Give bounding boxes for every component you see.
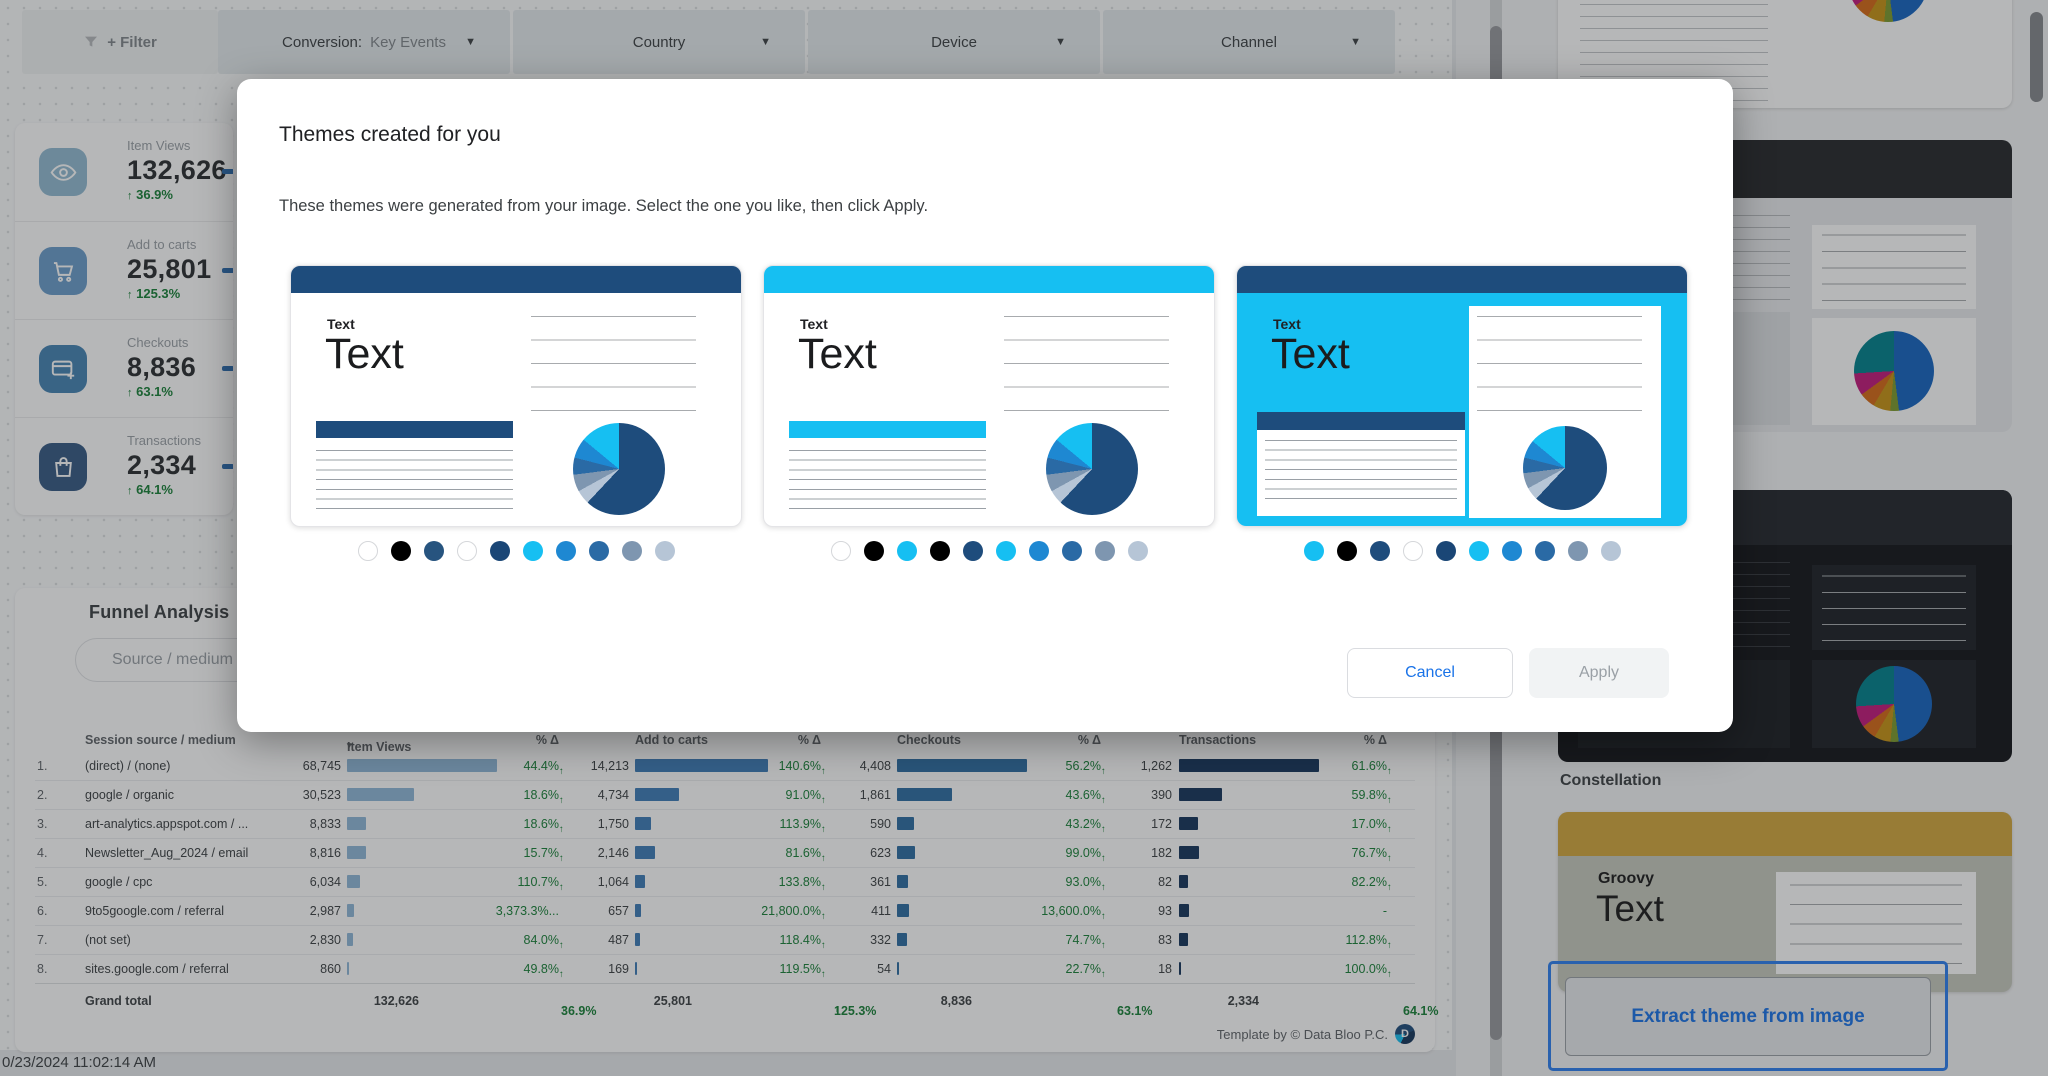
palette-swatch <box>1337 541 1357 561</box>
preview-table-lines <box>1265 440 1457 508</box>
preview-accent-bar <box>316 421 513 438</box>
palette-swatch <box>1029 541 1049 561</box>
palette-swatch <box>963 541 983 561</box>
preview-header-bar <box>1237 266 1687 293</box>
pie-chart-icon <box>573 423 665 515</box>
palette-swatch <box>864 541 884 561</box>
theme-option-3[interactable]: Text Text <box>1236 265 1688 527</box>
palette-swatch <box>358 541 378 561</box>
palette-swatch <box>1436 541 1456 561</box>
preview-accent-bar <box>1257 412 1465 430</box>
preview-table-lines <box>789 450 986 510</box>
palette-swatch <box>490 541 510 561</box>
pie-chart-icon <box>1523 426 1607 510</box>
palette-swatch <box>1403 541 1423 561</box>
palette-swatch <box>831 541 851 561</box>
palette-swatch <box>1535 541 1555 561</box>
theme-1-palette <box>290 541 742 561</box>
theme-option-2[interactable]: Text Text <box>763 265 1215 527</box>
palette-swatch <box>897 541 917 561</box>
palette-swatch <box>622 541 642 561</box>
dialog-description: These themes were generated from your im… <box>279 197 928 216</box>
preview-table-lines <box>316 450 513 510</box>
themes-dialog: Themes created for you These themes were… <box>237 79 1733 732</box>
palette-swatch <box>391 541 411 561</box>
dialog-title: Themes created for you <box>279 123 501 147</box>
bar-chart-icon <box>531 313 696 411</box>
palette-swatch <box>996 541 1016 561</box>
palette-swatch <box>655 541 675 561</box>
apply-button[interactable]: Apply <box>1529 648 1669 698</box>
preview-header-bar <box>291 266 741 293</box>
preview-big-text: Text <box>325 330 404 379</box>
palette-swatch <box>1568 541 1588 561</box>
palette-swatch <box>1502 541 1522 561</box>
palette-swatch <box>1128 541 1148 561</box>
bar-chart-icon <box>1004 313 1169 411</box>
palette-swatch <box>589 541 609 561</box>
cancel-button[interactable]: Cancel <box>1347 648 1513 698</box>
theme-3-palette <box>1236 541 1688 561</box>
pie-chart-icon <box>1046 423 1138 515</box>
theme-option-1[interactable]: Text Text <box>290 265 742 527</box>
palette-swatch <box>457 541 477 561</box>
preview-big-text: Text <box>1271 330 1350 379</box>
palette-swatch <box>1469 541 1489 561</box>
palette-swatch <box>523 541 543 561</box>
theme-2-palette <box>763 541 1215 561</box>
preview-big-text: Text <box>798 330 877 379</box>
palette-swatch <box>1095 541 1115 561</box>
preview-accent-bar <box>789 421 986 438</box>
palette-swatch <box>556 541 576 561</box>
preview-header-bar <box>764 266 1214 293</box>
bar-chart-icon <box>1477 313 1642 411</box>
palette-swatch <box>1062 541 1082 561</box>
palette-swatch <box>1601 541 1621 561</box>
palette-swatch <box>424 541 444 561</box>
palette-swatch <box>1370 541 1390 561</box>
palette-swatch <box>930 541 950 561</box>
looker-studio-screen: + Filter Conversion: Key Events ▼ Countr… <box>0 0 2048 1076</box>
palette-swatch <box>1304 541 1324 561</box>
